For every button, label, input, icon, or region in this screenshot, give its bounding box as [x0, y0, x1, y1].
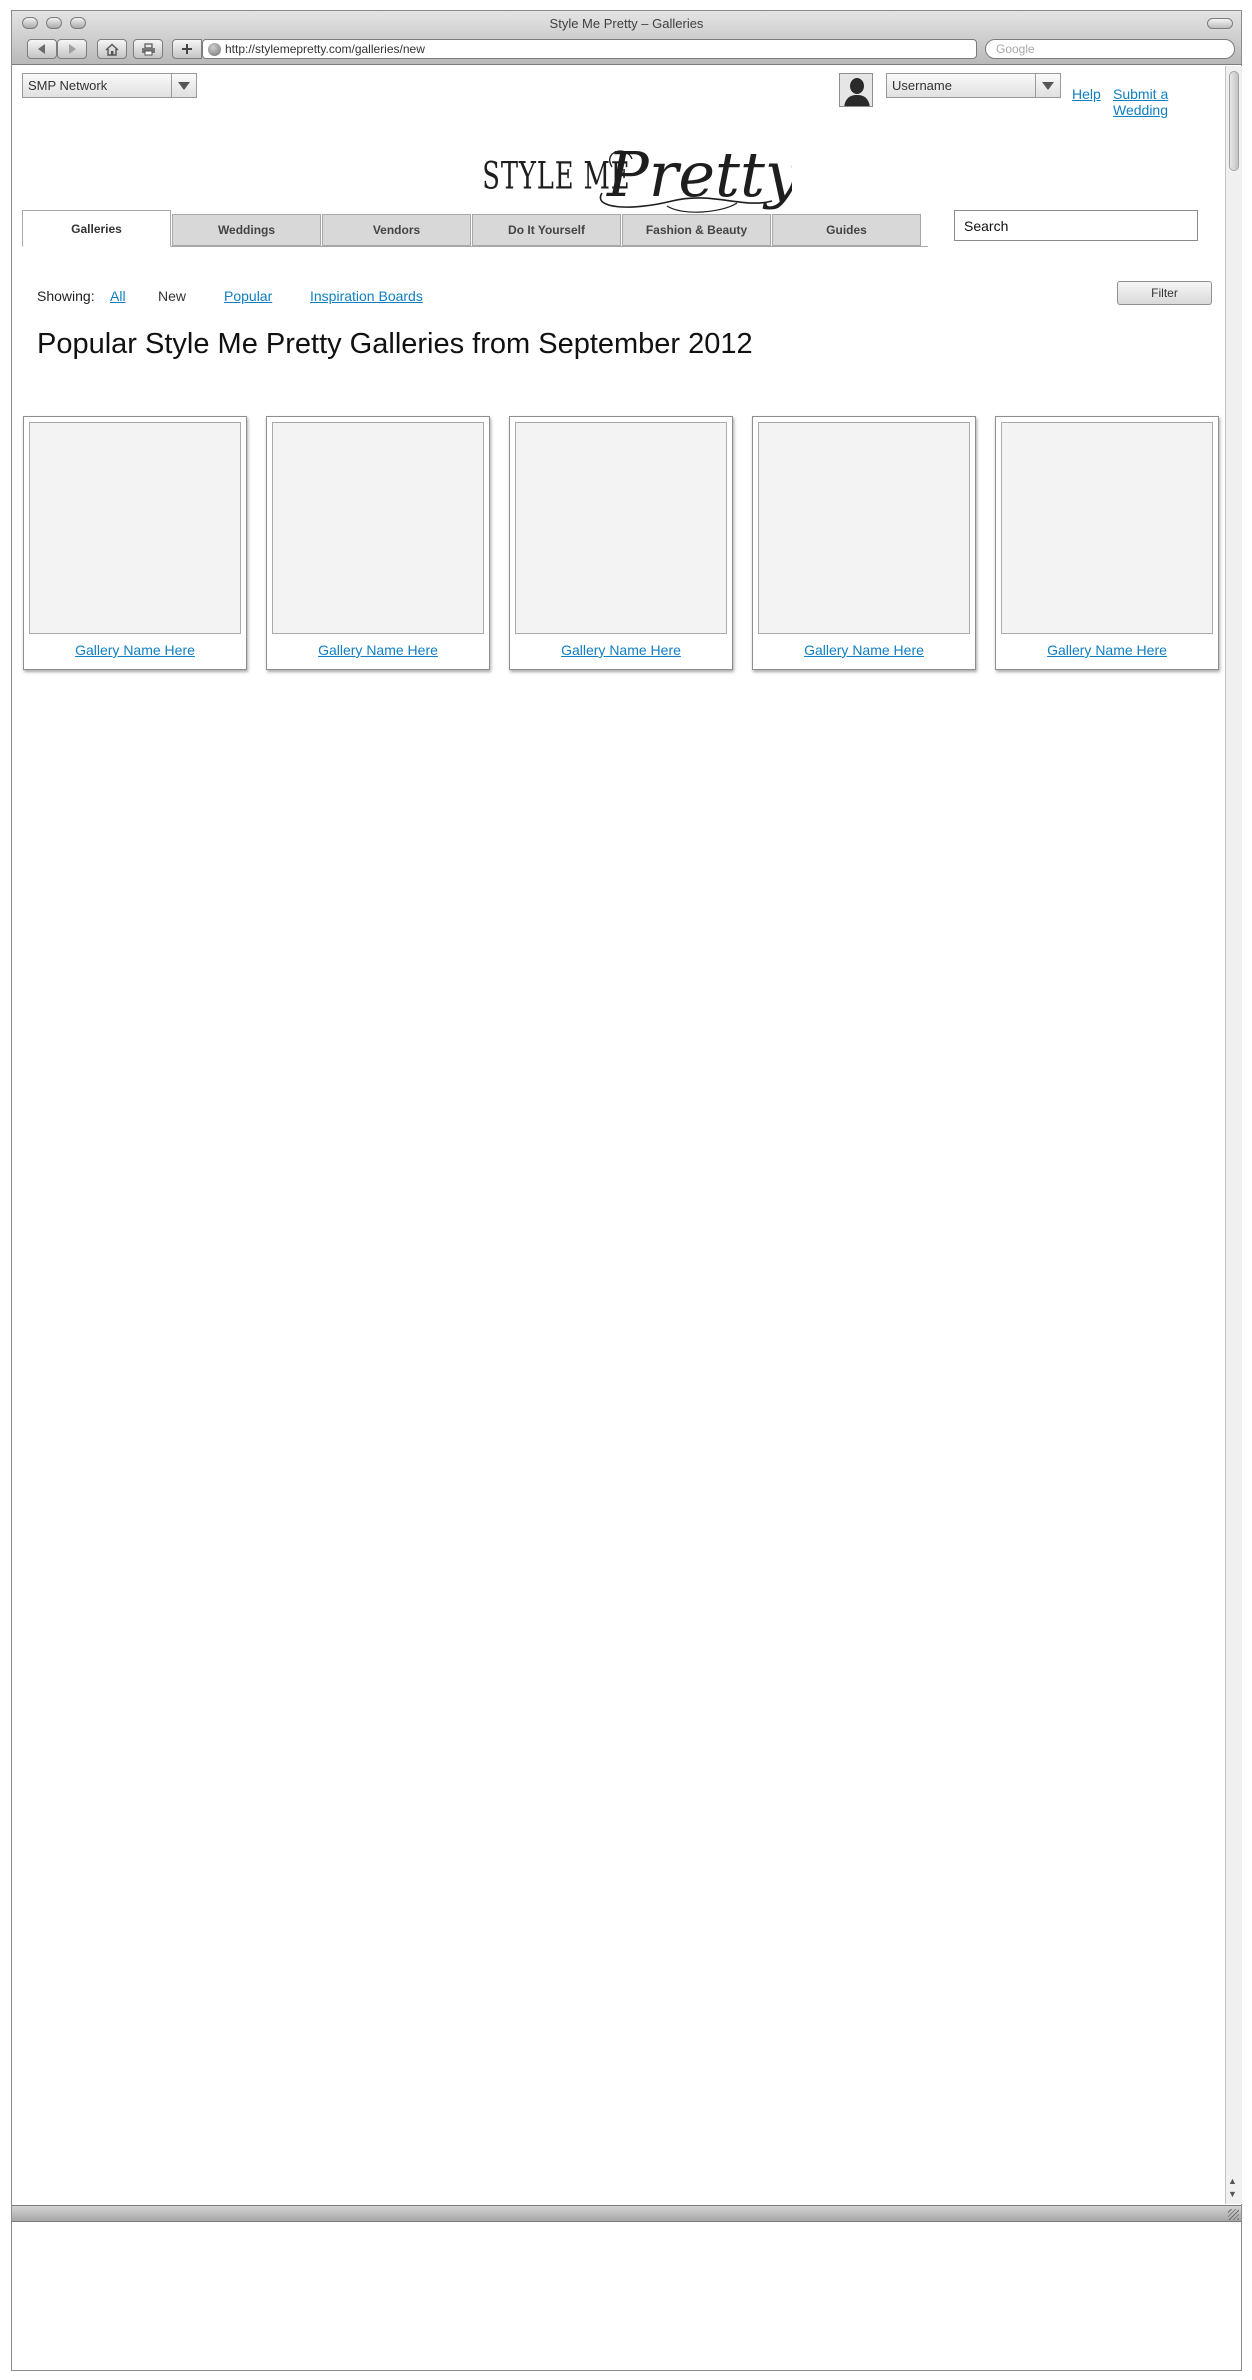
- user-dropdown-value: Username: [892, 78, 952, 93]
- svg-text:Pretty: Pretty: [606, 138, 792, 211]
- browser-status-bar: [12, 2205, 1241, 2222]
- plus-icon: [182, 44, 192, 54]
- address-bar[interactable]: http://stylemepretty.com/galleries/new: [202, 39, 977, 59]
- network-dropdown[interactable]: SMP Network: [22, 73, 197, 98]
- filter-button[interactable]: Filter: [1117, 281, 1212, 305]
- user-dropdown[interactable]: Username: [886, 73, 1061, 98]
- network-dropdown-value: SMP Network: [28, 78, 108, 93]
- globe-icon: [208, 42, 221, 56]
- gallery-thumbnail[interactable]: [1001, 422, 1213, 634]
- browser-search-field[interactable]: Google: [985, 39, 1235, 59]
- gallery-card[interactable]: Gallery Name Here: [266, 416, 490, 670]
- filter-inspiration-boards-link[interactable]: Inspiration Boards: [310, 288, 423, 304]
- chevron-down-icon: [1042, 81, 1054, 90]
- filter-all-link[interactable]: All: [110, 288, 126, 304]
- user-silhouette-icon: [844, 78, 870, 106]
- vertical-scrollbar[interactable]: ▲ ▼: [1225, 66, 1242, 2204]
- gallery-thumbnail[interactable]: [29, 422, 241, 634]
- scroll-down-icon[interactable]: ▼: [1228, 2189, 1237, 2200]
- page-viewport: SMP Network Username Help Submit a Weddi…: [12, 66, 1225, 2204]
- window-title: Style Me Pretty – Galleries: [549, 16, 704, 31]
- add-bookmark-button[interactable]: [172, 39, 202, 59]
- gallery-card[interactable]: Gallery Name Here: [752, 416, 976, 670]
- gallery-card[interactable]: Gallery Name Here: [995, 416, 1219, 670]
- tab-galleries[interactable]: Galleries: [22, 210, 171, 247]
- printer-icon: [141, 42, 155, 55]
- site-search-input[interactable]: [954, 210, 1198, 241]
- tab-guides[interactable]: Guides: [772, 214, 921, 246]
- gallery-name-link[interactable]: Gallery Name Here: [267, 642, 489, 658]
- help-link[interactable]: Help: [1072, 86, 1101, 102]
- browser-window: Style Me Pretty – Galleries http://style…: [11, 10, 1242, 2371]
- resize-grip-icon[interactable]: [1228, 2209, 1239, 2220]
- address-url: http://stylemepretty.com/galleries/new: [225, 42, 425, 56]
- chevron-down-icon: [178, 81, 190, 90]
- gallery-card[interactable]: Gallery Name Here: [23, 416, 247, 670]
- forward-button[interactable]: [57, 39, 87, 59]
- forward-arrow-icon: [69, 44, 76, 54]
- page-title: Popular Style Me Pretty Galleries from S…: [37, 328, 753, 360]
- scrollbar-thumb[interactable]: [1229, 71, 1239, 171]
- gallery-name-link[interactable]: Gallery Name Here: [510, 642, 732, 658]
- tab-fashion-beauty[interactable]: Fashion & Beauty: [622, 214, 771, 246]
- home-icon: [105, 43, 119, 56]
- tab-weddings[interactable]: Weddings: [172, 214, 321, 246]
- gallery-name-link[interactable]: Gallery Name Here: [753, 642, 975, 658]
- gallery-thumbnail[interactable]: [272, 422, 484, 634]
- gallery-thumbnail[interactable]: [758, 422, 970, 634]
- back-button[interactable]: [27, 39, 57, 59]
- filter-new-current: New: [158, 288, 187, 304]
- tab-vendors[interactable]: Vendors: [322, 214, 471, 246]
- browser-titlebar: Style Me Pretty – Galleries http://style…: [12, 11, 1241, 65]
- scroll-up-icon[interactable]: ▲: [1228, 2176, 1237, 2187]
- filter-popular-link[interactable]: Popular: [224, 288, 272, 304]
- toolbar-toggle-button[interactable]: [1207, 18, 1233, 29]
- gallery-card[interactable]: Gallery Name Here: [509, 416, 733, 670]
- gallery-thumbnail[interactable]: [515, 422, 727, 634]
- submit-wedding-link[interactable]: Submit a Wedding: [1113, 86, 1225, 118]
- print-button[interactable]: [133, 39, 163, 59]
- back-arrow-icon: [38, 44, 45, 54]
- tab-do-it-yourself[interactable]: Do It Yourself: [472, 214, 621, 246]
- home-button[interactable]: [97, 39, 127, 59]
- gallery-name-link[interactable]: Gallery Name Here: [996, 642, 1218, 658]
- avatar[interactable]: [839, 73, 873, 107]
- dropdown-arrow: [1035, 74, 1060, 97]
- style-me-pretty-logo: STYLE ME Pretty: [482, 138, 792, 213]
- showing-label: Showing:: [37, 288, 95, 304]
- gallery-name-link[interactable]: Gallery Name Here: [24, 642, 246, 658]
- dropdown-arrow: [171, 74, 196, 97]
